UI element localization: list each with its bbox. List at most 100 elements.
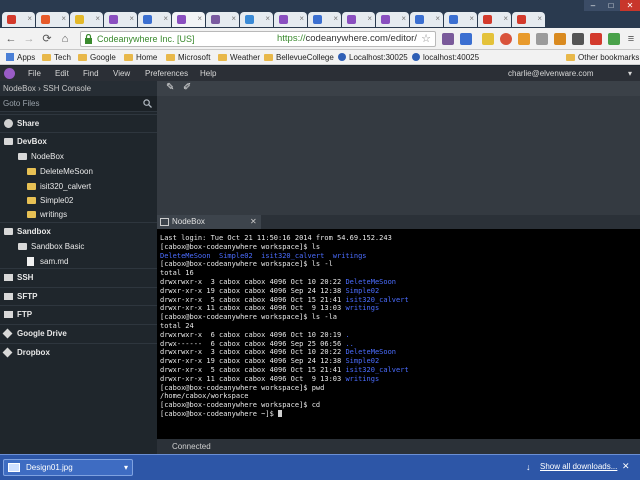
sidebar-item-label: writings bbox=[40, 210, 68, 219]
sidebar-item-dropbox[interactable]: Dropbox bbox=[0, 343, 157, 360]
menu-help[interactable]: Help bbox=[200, 68, 216, 79]
bookmark-apps[interactable]: Apps bbox=[6, 52, 35, 63]
menu-file[interactable]: File bbox=[28, 68, 41, 79]
close-tab-icon[interactable]: ✕ bbox=[250, 215, 257, 229]
extension-icon[interactable] bbox=[482, 33, 494, 45]
bookmark-weather[interactable]: Weather bbox=[218, 52, 260, 63]
browser-tab[interactable]: × bbox=[172, 12, 205, 27]
browser-tab[interactable]: × bbox=[274, 12, 307, 27]
menu-find[interactable]: Find bbox=[83, 68, 99, 79]
maximize-window-button[interactable]: □ bbox=[602, 0, 620, 11]
container-icon bbox=[18, 153, 27, 160]
bookmark-tech[interactable]: Tech bbox=[42, 52, 71, 63]
extension-icon[interactable] bbox=[500, 33, 512, 45]
bookmark-localhost-40025[interactable]: localhost:40025 bbox=[412, 52, 479, 63]
close-tab-icon[interactable]: × bbox=[537, 14, 542, 23]
codeanywhere-logo-icon[interactable] bbox=[4, 68, 15, 79]
sidebar-item-devbox[interactable]: DevBox bbox=[0, 132, 157, 149]
user-account[interactable]: charlie@elvenware.com bbox=[508, 68, 594, 79]
close-tab-icon[interactable]: × bbox=[61, 14, 66, 23]
menu-icon[interactable]: ≡ bbox=[624, 32, 638, 46]
back-button[interactable]: ← bbox=[4, 32, 18, 46]
sidebar-item-ftp[interactable]: FTP bbox=[0, 305, 157, 322]
close-tab-icon[interactable]: × bbox=[27, 14, 32, 23]
close-window-button[interactable]: ✕ bbox=[620, 0, 640, 11]
address-bar[interactable]: Codeanywhere Inc. [US] https://codeanywh… bbox=[80, 31, 436, 47]
close-tab-icon[interactable]: × bbox=[469, 14, 474, 23]
browser-tab[interactable]: × bbox=[376, 12, 409, 27]
extension-icon[interactable] bbox=[572, 33, 584, 45]
bookmark-google[interactable]: Google bbox=[78, 52, 116, 63]
bookmark-microsoft[interactable]: Microsoft bbox=[166, 52, 210, 63]
home-button[interactable]: ⌂ bbox=[58, 32, 72, 46]
reload-button[interactable]: ⟳ bbox=[40, 32, 54, 46]
menu-view[interactable]: View bbox=[113, 68, 130, 79]
brush-icon[interactable]: ✐ bbox=[183, 82, 191, 93]
close-shelf-icon[interactable]: ✕ bbox=[622, 460, 630, 472]
bookmark-home[interactable]: Home bbox=[124, 52, 157, 63]
favicon-icon bbox=[75, 15, 84, 24]
forward-button[interactable]: → bbox=[22, 32, 36, 46]
close-tab-icon[interactable]: × bbox=[265, 14, 270, 23]
extension-icon[interactable] bbox=[536, 33, 548, 45]
close-tab-icon[interactable]: × bbox=[503, 14, 508, 23]
goto-files-search[interactable]: Goto Files bbox=[0, 96, 157, 112]
menu-preferences[interactable]: Preferences bbox=[145, 68, 188, 79]
bookmark-bellevuecollege[interactable]: BellevueCollege bbox=[264, 52, 334, 63]
browser-tab[interactable]: × bbox=[104, 12, 137, 27]
bookmark-star-icon[interactable]: ☆ bbox=[421, 32, 431, 46]
browser-tab[interactable]: × bbox=[206, 12, 239, 27]
browser-tab[interactable]: × bbox=[512, 12, 545, 27]
show-all-downloads-link[interactable]: Show all downloads... bbox=[540, 461, 617, 473]
download-item[interactable]: Design01.jpg ▾ bbox=[3, 459, 133, 476]
browser-tab[interactable]: × bbox=[478, 12, 511, 27]
close-tab-icon[interactable]: × bbox=[95, 14, 100, 23]
minimize-window-button[interactable]: – bbox=[584, 0, 602, 11]
extension-icon[interactable] bbox=[442, 33, 454, 45]
browser-tab[interactable]: × bbox=[308, 12, 341, 27]
close-tab-icon[interactable]: × bbox=[197, 14, 202, 23]
sidebar-item-share[interactable]: Share bbox=[0, 114, 157, 131]
extension-icon[interactable] bbox=[608, 33, 620, 45]
sidebar-item-writings[interactable]: writings bbox=[0, 206, 157, 223]
favicon-icon bbox=[517, 15, 526, 24]
browser-tab[interactable]: × bbox=[240, 12, 273, 27]
menu-edit[interactable]: Edit bbox=[55, 68, 69, 79]
browser-tab[interactable]: × bbox=[36, 12, 69, 27]
browser-tab-strip: × × × × × × × × × × × × × × × × – □ ✕ bbox=[0, 0, 640, 28]
browser-tab[interactable]: × bbox=[410, 12, 443, 27]
favicon-icon bbox=[245, 15, 254, 24]
other-bookmarks[interactable]: Other bookmarks bbox=[566, 52, 639, 63]
google-drive-icon bbox=[2, 328, 13, 339]
editor-area[interactable] bbox=[157, 96, 640, 215]
bookmark-localhost-30025[interactable]: Localhost:30025 bbox=[338, 52, 408, 63]
chevron-down-icon[interactable]: ▾ bbox=[124, 460, 128, 475]
extension-icon[interactable] bbox=[554, 33, 566, 45]
close-tab-icon[interactable]: × bbox=[231, 14, 236, 23]
ssh-terminal[interactable]: Last login: Tue Oct 21 11:50:16 2014 fro… bbox=[157, 229, 640, 439]
browser-tab[interactable]: × bbox=[2, 12, 35, 27]
browser-tab[interactable]: × bbox=[70, 12, 103, 27]
tab-nodebox[interactable]: NodeBox ✕ bbox=[157, 215, 261, 229]
close-tab-icon[interactable]: × bbox=[299, 14, 304, 23]
extension-icon[interactable] bbox=[460, 33, 472, 45]
sidebar-item-sandbox[interactable]: Sandbox bbox=[0, 222, 157, 239]
close-tab-icon[interactable]: × bbox=[129, 14, 134, 23]
extension-icon[interactable] bbox=[518, 33, 530, 45]
sidebar-item-label: Share bbox=[17, 119, 40, 128]
sidebar-item-sftp[interactable]: SFTP bbox=[0, 287, 157, 304]
search-icon[interactable] bbox=[143, 99, 152, 108]
pencil-icon[interactable]: ✎ bbox=[166, 82, 174, 93]
browser-tab[interactable]: × bbox=[342, 12, 375, 27]
close-tab-icon[interactable]: × bbox=[163, 14, 168, 23]
close-tab-icon[interactable]: × bbox=[333, 14, 338, 23]
close-tab-icon[interactable]: × bbox=[367, 14, 372, 23]
close-tab-icon[interactable]: × bbox=[401, 14, 406, 23]
sidebar-item-google-drive[interactable]: Google Drive bbox=[0, 324, 157, 341]
close-tab-icon[interactable]: × bbox=[435, 14, 440, 23]
chevron-down-icon[interactable]: ▾ bbox=[628, 68, 632, 79]
browser-tab[interactable]: × bbox=[138, 12, 171, 27]
sidebar-item-ssh[interactable]: SSH bbox=[0, 268, 157, 285]
extension-icon[interactable] bbox=[590, 33, 602, 45]
browser-tab[interactable]: × bbox=[444, 12, 477, 27]
